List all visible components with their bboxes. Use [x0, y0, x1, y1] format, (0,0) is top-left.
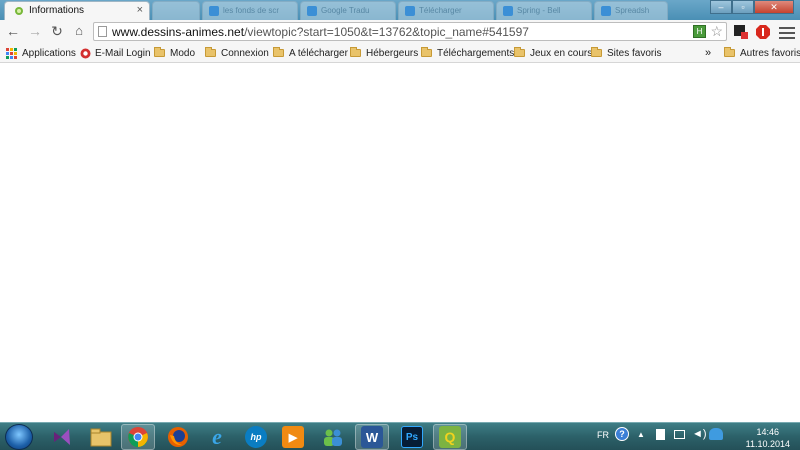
folder-icon [724, 47, 735, 57]
folder-icon [514, 47, 525, 57]
bookmark-applications[interactable]: Applications [6, 46, 76, 60]
tab-favicon-icon [503, 6, 513, 16]
folder-icon [591, 47, 602, 57]
bookmark-modo[interactable]: Modo [154, 46, 195, 60]
tab-favicon-icon [209, 6, 219, 16]
system-tray: FR ? ▲ ◄) 14:46 11.10.2014 [595, 424, 800, 450]
apps-grid-icon [6, 47, 17, 59]
bookmark-telechargements[interactable]: Téléchargements [421, 46, 514, 60]
clock[interactable]: 14:46 11.10.2014 [746, 426, 790, 450]
window-controls: – ▫ ✕ [710, 0, 794, 14]
bookmark-connexion[interactable]: Connexion [205, 46, 269, 60]
bookmark-email-login[interactable]: E-Mail Login [80, 46, 151, 60]
menu-icon[interactable] [779, 25, 795, 41]
taskbar-chrome[interactable] [121, 424, 155, 450]
background-tab[interactable] [152, 1, 200, 20]
visual-studio-icon [54, 429, 70, 445]
show-hidden-icons[interactable]: ▲ [637, 430, 645, 439]
email-icon [80, 48, 91, 58]
word-icon: W [361, 426, 383, 448]
tab-strip: Informations × les fonds de scr Google T… [0, 0, 800, 20]
adblock-icon[interactable] [755, 24, 771, 40]
taskbar-internet-explorer[interactable]: e [200, 424, 234, 450]
background-tab[interactable]: Google Tradu [300, 1, 396, 20]
window-close-button[interactable]: ✕ [754, 0, 794, 14]
background-tab[interactable]: les fonds de scr [202, 1, 298, 20]
forward-arrow-icon[interactable]: → [27, 24, 43, 40]
people-icon [324, 429, 342, 446]
bookmark-star-icon[interactable]: ☆ [710, 23, 723, 40]
volume-icon[interactable]: ◄) [692, 428, 707, 440]
url-path: /viewtopic?start=1050&t=13762&topic_name… [244, 25, 529, 39]
taskbar-firefox[interactable] [161, 424, 195, 450]
folder-icon [273, 47, 284, 57]
bookmark-hebergeurs[interactable]: Hébergeurs [350, 46, 418, 60]
taskbar-network-people[interactable] [316, 424, 350, 450]
help-icon[interactable]: ? [615, 427, 629, 441]
url-host: www.dessins-animes.net [112, 25, 245, 39]
tab-favicon-icon [405, 6, 415, 16]
tab-title: Informations [29, 5, 85, 16]
address-bar[interactable]: www.dessins-animes.net/viewtopic?start=1… [93, 22, 727, 41]
taskbar-photoshop[interactable]: Ps [395, 424, 429, 450]
tab-favicon-icon [601, 6, 611, 16]
reload-icon[interactable]: ↻ [49, 24, 65, 40]
home-icon[interactable]: ⌂ [71, 24, 87, 40]
tab-active[interactable]: Informations × [4, 1, 150, 20]
display-icon[interactable] [674, 430, 685, 439]
page-content [0, 64, 800, 422]
maximize-button[interactable]: ▫ [732, 0, 754, 14]
url-text[interactable]: www.dessins-animes.net/viewtopic?start=1… [112, 25, 529, 39]
back-arrow-icon[interactable]: ← [5, 24, 21, 40]
tab-close-icon[interactable]: × [137, 4, 143, 16]
bookmark-sites-favoris[interactable]: Sites favoris [591, 46, 661, 60]
folder-icon [154, 47, 165, 57]
media-player-icon: ▶ [282, 426, 304, 448]
bookmark-other[interactable]: Autres favoris [724, 46, 800, 60]
language-indicator[interactable]: FR [597, 430, 609, 440]
background-tab[interactable]: Spreadsh [594, 1, 668, 20]
clock-date: 11.10.2014 [745, 439, 790, 449]
flag-icon[interactable] [656, 429, 665, 440]
background-tab[interactable]: Télécharger [398, 1, 494, 20]
taskbar: e hp ▶ W Ps Q FR ? ▲ ◄) 14:46 11.10.2014 [0, 422, 800, 450]
firefox-icon [168, 427, 188, 447]
taskbar-file-explorer[interactable] [84, 424, 118, 450]
taskbar-word[interactable]: W [355, 424, 389, 450]
taskbar-media-player[interactable]: ▶ [276, 424, 310, 450]
start-button[interactable] [5, 424, 33, 450]
folder-icon [350, 47, 361, 57]
extension-badge-icon[interactable] [733, 24, 749, 40]
background-tab[interactable]: Spring - Bell [496, 1, 592, 20]
bookmark-a-telecharger[interactable]: A télécharger [273, 46, 348, 60]
qgis-icon: Q [439, 426, 461, 448]
hp-icon: hp [245, 426, 267, 448]
bookmarks-overflow-button[interactable]: » [705, 46, 711, 60]
bookmarks-bar: Applications E-Mail Login Modo Connexion… [0, 43, 800, 63]
clock-time: 14:46 [756, 427, 780, 437]
taskbar-hp[interactable]: hp [239, 424, 273, 450]
minimize-button[interactable]: – [710, 0, 732, 14]
page-icon [98, 26, 107, 37]
internet-explorer-icon: e [212, 424, 222, 449]
file-explorer-icon [90, 428, 112, 447]
bookmark-jeux-en-cours[interactable]: Jeux en cours [514, 46, 592, 60]
taskbar-visual-studio[interactable] [45, 424, 79, 450]
tab-favicon-icon [307, 6, 317, 16]
photoshop-icon: Ps [401, 426, 423, 448]
site-favicon-icon [15, 7, 23, 15]
chrome-icon [128, 427, 148, 448]
folder-icon [205, 47, 216, 57]
taskbar-qgis[interactable]: Q [433, 424, 467, 450]
folder-icon [421, 47, 432, 57]
extension-h-icon[interactable]: H [693, 25, 706, 38]
cloud-icon[interactable] [709, 428, 723, 440]
